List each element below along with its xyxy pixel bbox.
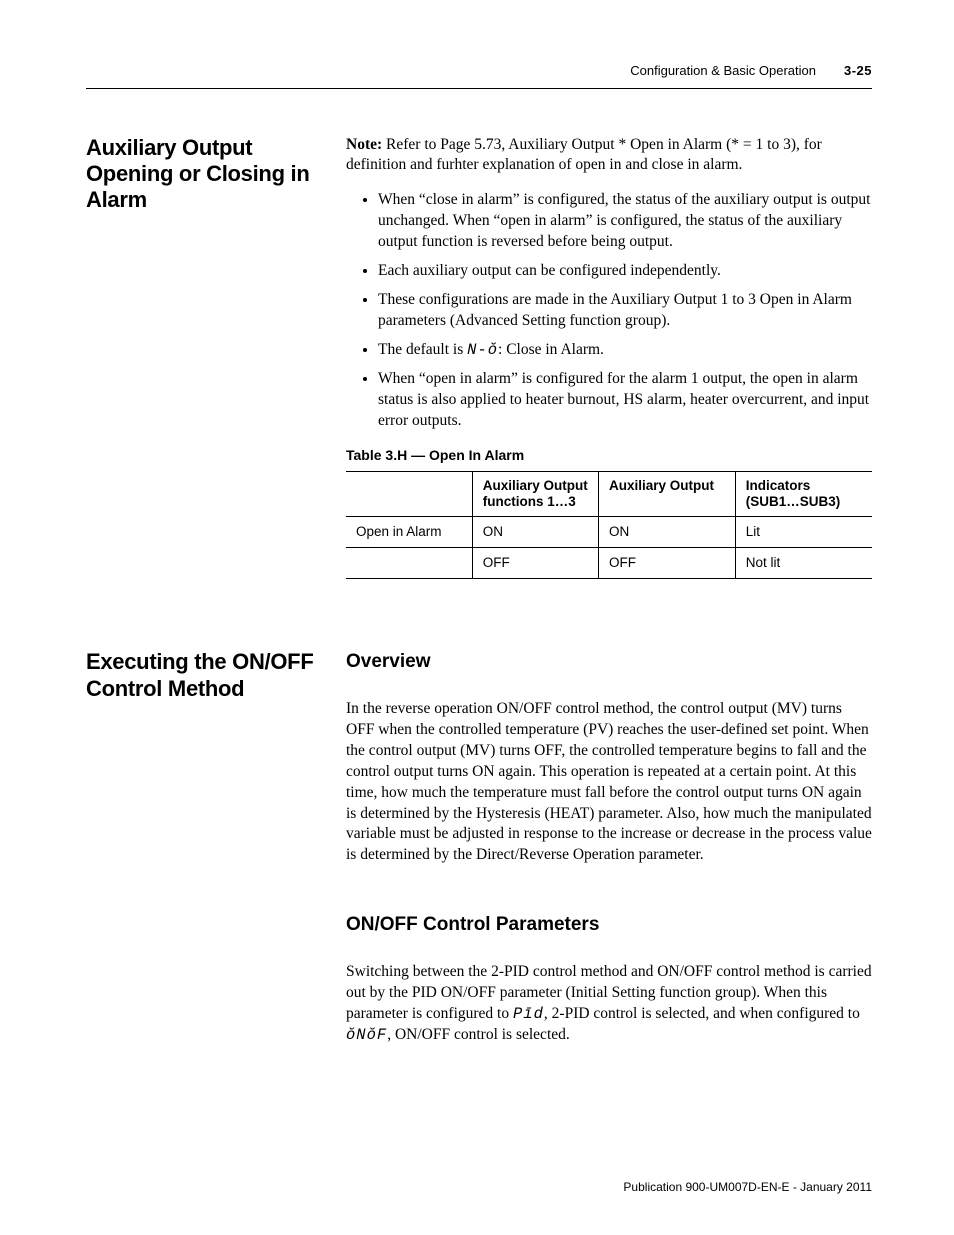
section-heading: Auxiliary Output Opening or Closing in A…	[86, 135, 346, 580]
header-section: Configuration & Basic Operation	[630, 62, 816, 80]
td: ON	[598, 516, 735, 547]
th: Auxiliary Output functions 1…3	[472, 471, 598, 516]
note-label: Note:	[346, 136, 382, 153]
section-body: Note: Refer to Page 5.73, Auxiliary Outp…	[346, 135, 872, 580]
list-item: The default is N-ŏ: Close in Alarm.	[378, 340, 872, 361]
text: : Close in Alarm.	[498, 341, 604, 358]
paragraph: Switching between the 2-PID control meth…	[346, 962, 872, 1046]
subheading-params: ON/OFF Control Parameters	[346, 912, 872, 938]
td: OFF	[472, 548, 598, 579]
th: Auxiliary Output	[598, 471, 735, 516]
table-row: Open in Alarm ON ON Lit	[346, 516, 872, 547]
td	[346, 548, 472, 579]
note-paragraph: Note: Refer to Page 5.73, Auxiliary Outp…	[346, 135, 872, 177]
page: Configuration & Basic Operation 3-25 Aux…	[0, 0, 954, 1235]
table-caption: Table 3.H — Open In Alarm	[346, 446, 872, 465]
seven-seg-code: Pīd	[513, 1005, 544, 1023]
td: Open in Alarm	[346, 516, 472, 547]
th: Indicators (SUB1…SUB3)	[735, 471, 872, 516]
subheading-overview: Overview	[346, 649, 872, 675]
bullet-list: When “close in alarm” is configured, the…	[346, 190, 872, 431]
list-item: These configurations are made in the Aux…	[378, 290, 872, 332]
paragraph: In the reverse operation ON/OFF control …	[346, 699, 872, 866]
list-item: When “close in alarm” is configured, the…	[378, 190, 872, 253]
td: Lit	[735, 516, 872, 547]
td: Not lit	[735, 548, 872, 579]
seven-seg-code: ŏNŏF	[346, 1026, 387, 1044]
text: , ON/OFF control is selected.	[387, 1026, 570, 1043]
list-item: Each auxiliary output can be configured …	[378, 261, 872, 282]
publication-footer: Publication 900-UM007D-EN-E - January 20…	[623, 1179, 872, 1195]
text: The default is	[378, 341, 467, 358]
header-page: 3-25	[844, 62, 872, 80]
section-onoff-control: Executing the ON/OFF Control Method Over…	[86, 649, 872, 1059]
table-header-row: Auxiliary Output functions 1…3 Auxiliary…	[346, 471, 872, 516]
section-body: Overview In the reverse operation ON/OFF…	[346, 649, 872, 1059]
section-aux-output-alarm: Auxiliary Output Opening or Closing in A…	[86, 135, 872, 580]
th	[346, 471, 472, 516]
seven-seg-code: N-ŏ	[467, 341, 498, 359]
running-header: Configuration & Basic Operation 3-25	[86, 62, 872, 89]
table-row: OFF OFF Not lit	[346, 548, 872, 579]
note-text: Refer to Page 5.73, Auxiliary Output * O…	[346, 136, 822, 174]
td: OFF	[598, 548, 735, 579]
list-item: When “open in alarm” is configured for t…	[378, 369, 872, 432]
section-heading: Executing the ON/OFF Control Method	[86, 649, 346, 1059]
table-open-in-alarm: Auxiliary Output functions 1…3 Auxiliary…	[346, 471, 872, 580]
text: , 2-PID control is selected, and when co…	[544, 1005, 860, 1022]
td: ON	[472, 516, 598, 547]
